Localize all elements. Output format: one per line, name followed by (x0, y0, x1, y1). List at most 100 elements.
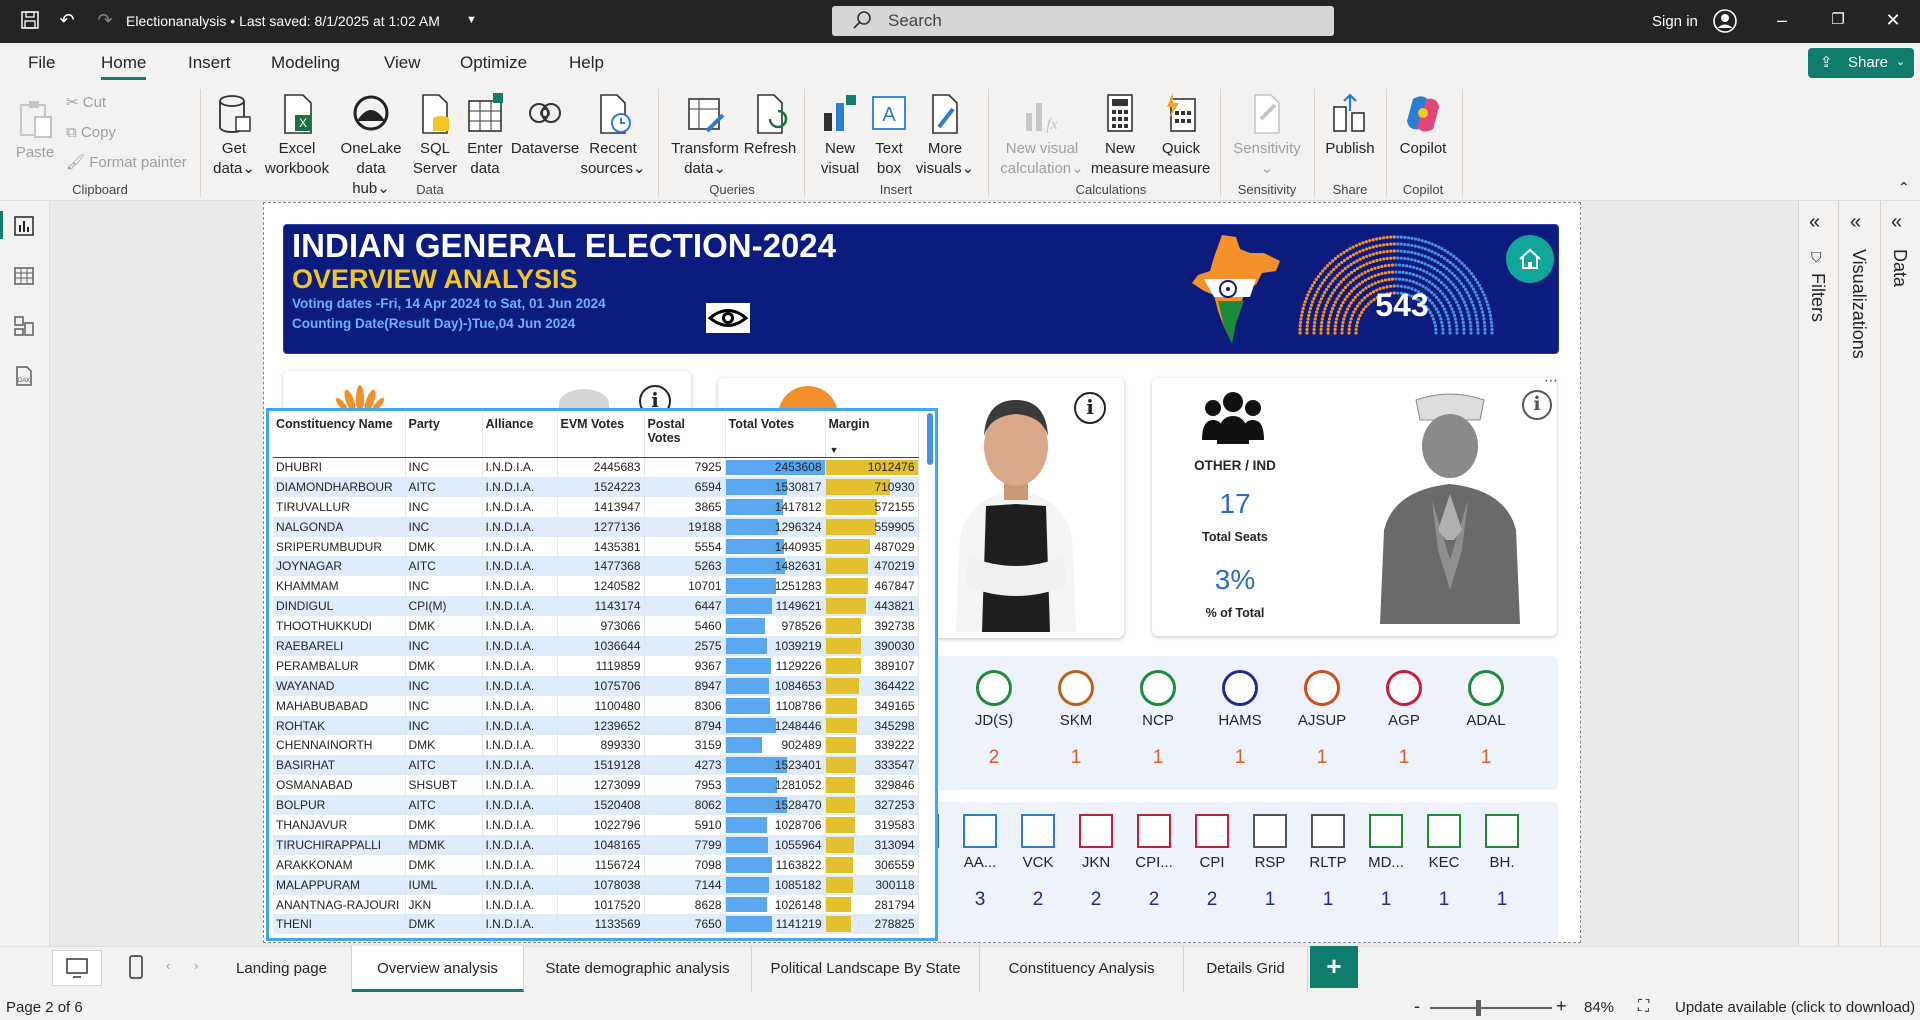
tab-landing-page[interactable]: Landing page (212, 946, 352, 992)
dax-query-view-icon[interactable]: DAX (13, 365, 37, 387)
column-header[interactable]: Total Votes (725, 413, 826, 458)
dataverse-button[interactable]: Dataverse (510, 93, 580, 159)
table-row[interactable]: NALGONDA INC I.N.D.I.A. 1277136 19188 1296324… (273, 516, 919, 537)
column-header[interactable]: Constituency Name (273, 413, 406, 458)
tab-state-demographic[interactable]: State demographic analysis (524, 946, 752, 992)
zoom-slider[interactable] (1430, 1007, 1552, 1009)
new-visual-button[interactable]: New visual (814, 93, 866, 179)
update-notice[interactable]: Update available (click to download) (1675, 999, 1915, 1016)
table-row[interactable]: TIRUCHIRAPPALLI MDMK I.N.D.I.A. 1048165 7799… (273, 834, 919, 855)
table-row[interactable]: ANANTNAG-RAJOURI JKN I.N.D.I.A. 1017520 8628… (273, 894, 919, 915)
model-view-icon[interactable] (13, 315, 37, 337)
party-item[interactable]: MD... 1 (1358, 814, 1414, 911)
table-row[interactable]: THENI DMK I.N.D.I.A. 1133569 7650 1141219 2788… (273, 914, 919, 935)
table-view-icon[interactable] (13, 265, 37, 287)
zoom-out-icon[interactable]: - (1414, 996, 1420, 1017)
table-row[interactable]: PERAMBALUR DMK I.N.D.I.A. 1119859 9367 112922… (273, 655, 919, 676)
collapse-ribbon-icon[interactable]: ⌃ (1898, 177, 1910, 197)
prev-page-icon[interactable]: ‹ (166, 958, 170, 973)
add-page-button[interactable]: + (1310, 946, 1358, 988)
new-visual-calculation-button[interactable]: fx New visual calculation⌄ (996, 93, 1088, 179)
next-page-icon[interactable]: › (194, 958, 198, 973)
info-icon[interactable]: i (1074, 392, 1106, 424)
new-measure-button[interactable]: New measure (1090, 93, 1150, 179)
table-row[interactable]: BASIRHAT AITC I.N.D.I.A. 1519128 4273 1523401… (273, 755, 919, 776)
party-item[interactable]: HAMS 1 (1200, 670, 1280, 769)
close-icon[interactable]: ✕ (1882, 10, 1904, 32)
column-header[interactable]: Party (405, 413, 483, 458)
party-item[interactable]: BH. 1 (1474, 814, 1530, 911)
column-header[interactable]: EVM Votes (557, 413, 645, 458)
table-row[interactable]: ROHTAK INC I.N.D.I.A. 1239652 8794 1248446 345… (273, 715, 919, 736)
party-item[interactable]: AJSUP 1 (1282, 670, 1362, 769)
recent-sources-button[interactable]: Recent sources⌄ (580, 93, 646, 179)
save-icon[interactable] (19, 10, 41, 32)
menu-home[interactable]: Home (101, 53, 147, 80)
table-row[interactable]: JOYNAGAR AITC I.N.D.I.A. 1477368 5263 1482631… (273, 556, 919, 577)
table-row[interactable]: KHAMMAM INC I.N.D.I.A. 1240582 10701 1251283 4… (273, 576, 919, 597)
column-header[interactable]: Postal Votes (644, 413, 726, 458)
sign-in-link[interactable]: Sign in (1652, 13, 1698, 30)
refresh-button[interactable]: Refresh (742, 93, 798, 159)
copy-button[interactable]: ⧉ Copy (66, 123, 116, 143)
party-item[interactable]: RLTP 1 (1300, 814, 1356, 911)
table-row[interactable]: OSMANABAD SHSUBT I.N.D.I.A. 1273099 7953 1281… (273, 775, 919, 796)
tab-overview-analysis[interactable]: Overview analysis (352, 946, 524, 992)
excel-workbook-button[interactable]: X Excel workbook (262, 93, 332, 179)
restore-icon[interactable]: ❐ (1827, 10, 1849, 32)
mobile-layout-icon[interactable] (116, 952, 156, 984)
table-row[interactable]: SRIPERUMBUDUR DMK I.N.D.I.A. 1435381 5554 144… (273, 536, 919, 557)
account-icon[interactable] (1713, 9, 1737, 33)
table-row[interactable]: DIAMONDHARBOUR AITC I.N.D.I.A. 1524223 6594 1… (273, 476, 919, 497)
eye-icon[interactable] (706, 303, 750, 333)
paste-button[interactable]: Paste (12, 97, 58, 163)
party-item[interactable]: VCK 2 (1010, 814, 1066, 911)
zoom-in-icon[interactable]: + (1556, 996, 1567, 1017)
menu-help[interactable]: Help (569, 53, 604, 73)
menu-insert[interactable]: Insert (188, 53, 231, 73)
party-item[interactable]: CPI... 2 (1126, 814, 1182, 911)
table-row[interactable]: DHUBRI INC I.N.D.I.A. 2445683 7925 2453608 101… (273, 457, 919, 477)
fit-page-icon[interactable]: ⛶ (1638, 998, 1649, 1016)
table-row[interactable]: MAHABUBABAD INC I.N.D.I.A. 1100480 8306 11087… (273, 695, 919, 716)
visualizations-pane[interactable]: « Visualizations (1838, 201, 1880, 946)
party-item[interactable]: RSP 1 (1242, 814, 1298, 911)
menu-file[interactable]: File (28, 53, 55, 73)
zoom-slider-thumb[interactable] (1476, 1000, 1481, 1016)
tab-details-grid[interactable]: Details Grid (1184, 946, 1308, 992)
menu-modeling[interactable]: Modeling (271, 53, 340, 73)
table-row[interactable]: THANJAVUR DMK I.N.D.I.A. 1022796 5910 1028706… (273, 815, 919, 835)
info-icon[interactable]: i (1522, 390, 1552, 420)
table-row[interactable]: CHENNAINORTH DMK I.N.D.I.A. 899330 3159 90248… (273, 735, 919, 756)
table-row[interactable]: THOOTHUKKUDI DMK I.N.D.I.A. 973066 5460 97852… (273, 616, 919, 637)
table-row[interactable]: WAYANAD INC I.N.D.I.A. 1075706 8947 1084653 36… (273, 675, 919, 696)
home-button[interactable] (1506, 235, 1554, 283)
table-row[interactable]: RAEBARELI INC I.N.D.I.A. 1036644 2575 1039219… (273, 636, 919, 656)
column-header-margin[interactable]: Margin ▼ (825, 413, 919, 458)
sql-server-button[interactable]: SQL Server (412, 93, 458, 179)
party-item[interactable]: AA... 3 (952, 814, 1008, 911)
minimize-icon[interactable]: – (1771, 10, 1793, 32)
table-scrollbar[interactable] (927, 413, 933, 465)
text-box-button[interactable]: A Text box (866, 93, 912, 179)
desktop-layout-icon[interactable] (52, 950, 102, 986)
cut-button[interactable]: ✂ Cut (66, 93, 106, 113)
data-pane[interactable]: « Data (1880, 201, 1920, 946)
copilot-button[interactable]: Copilot (1394, 93, 1452, 159)
enter-data-button[interactable]: Enter data (462, 93, 508, 179)
party-item[interactable]: JKN 2 (1068, 814, 1124, 911)
search-box[interactable]: Search (832, 6, 1334, 36)
party-item[interactable]: AGP 1 (1364, 670, 1444, 769)
format-painter-button[interactable]: 🖌 Format painter (66, 153, 187, 173)
expand-data-icon[interactable]: « (1891, 211, 1902, 234)
more-visuals-button[interactable]: More visuals⌄ (914, 93, 976, 179)
get-data-button[interactable]: Get data⌄ (208, 93, 260, 179)
report-view-icon[interactable] (13, 215, 37, 237)
table-row[interactable]: MALAPPURAM IUML I.N.D.I.A. 1078038 7144 10851… (273, 874, 919, 895)
sensitivity-button[interactable]: Sensitivity ⌄ (1228, 93, 1306, 179)
redo-icon[interactable]: ↷ (94, 10, 116, 32)
more-options-icon[interactable]: ⋯ (1544, 372, 1558, 389)
expand-visualizations-icon[interactable]: « (1850, 211, 1861, 234)
undo-icon[interactable]: ↶ (56, 10, 78, 32)
party-item[interactable]: CPI 2 (1184, 814, 1240, 911)
